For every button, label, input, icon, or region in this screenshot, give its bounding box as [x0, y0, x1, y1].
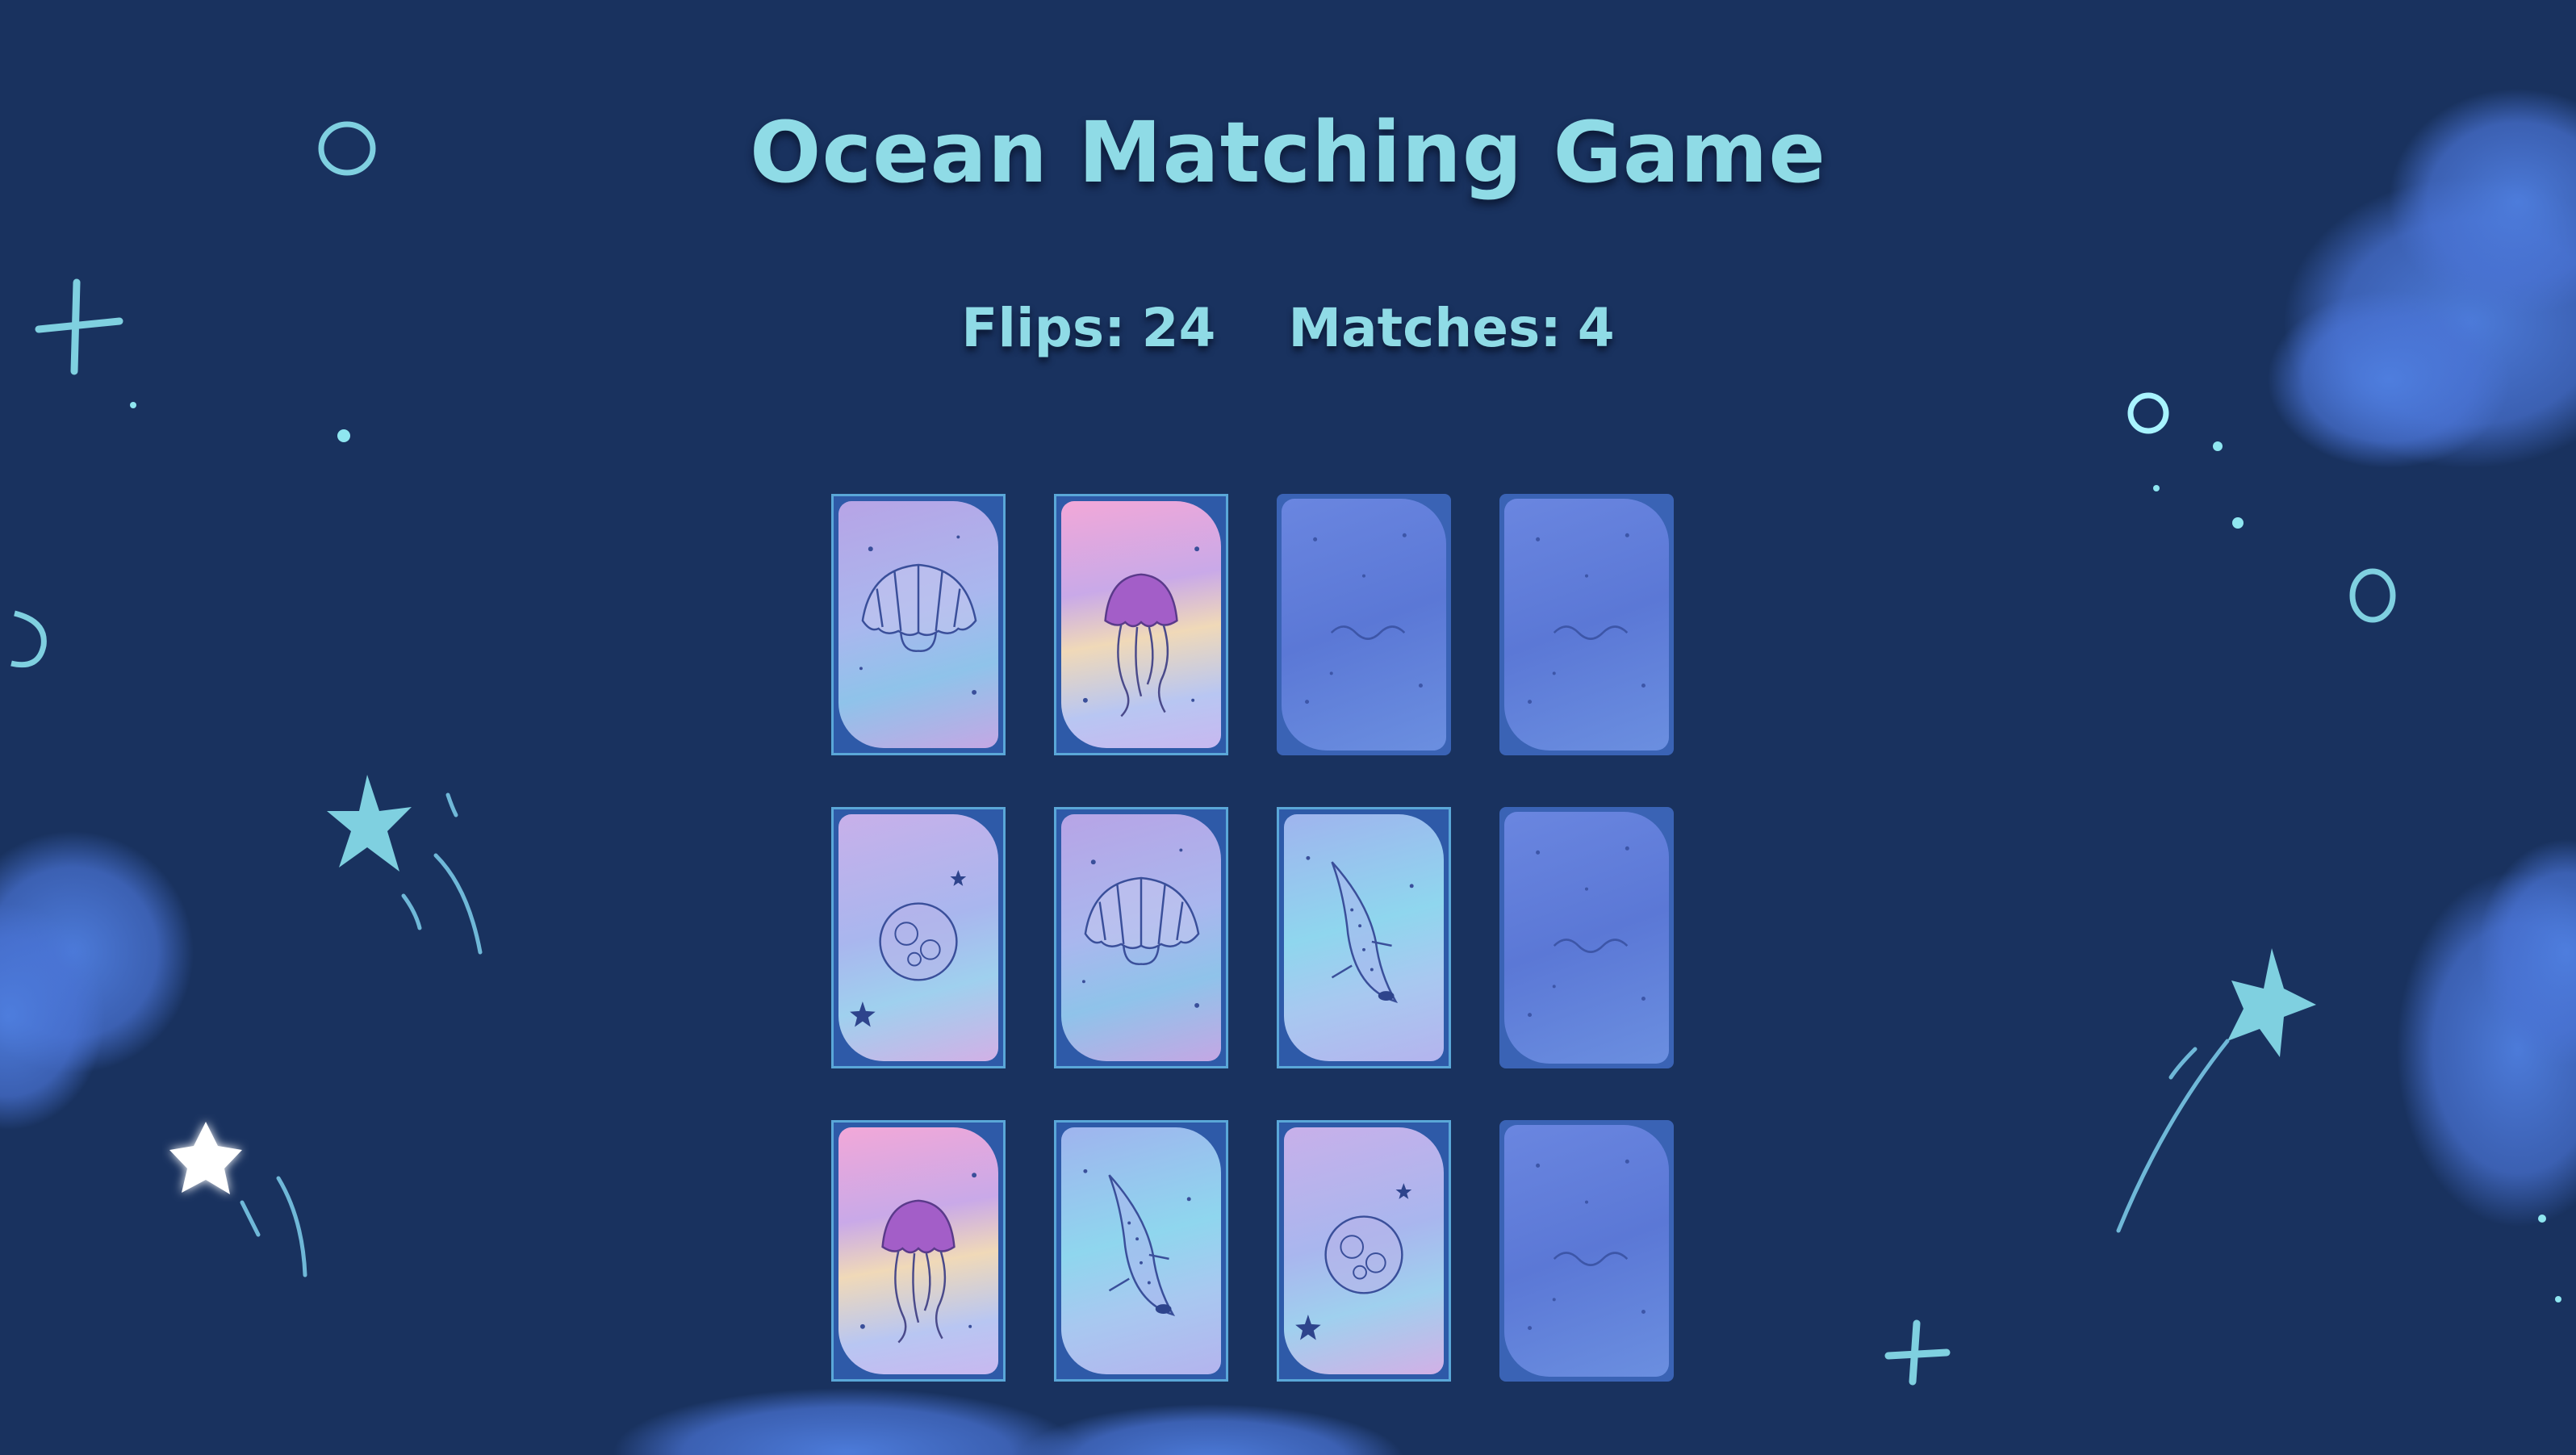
bubble-doodle	[2349, 568, 2396, 623]
flips-label: Flips:	[961, 297, 1126, 359]
seashell-icon	[1061, 814, 1221, 1061]
whale-shark-icon	[1284, 814, 1444, 1061]
game-stage: Ocean Matching Game Flips: 24 Matches: 4	[0, 0, 2576, 1455]
card-back[interactable]	[1277, 494, 1451, 755]
score-bar: Flips: 24 Matches: 4	[0, 297, 2576, 359]
card-whale-shark[interactable]	[1277, 807, 1451, 1068]
card-moon[interactable]	[831, 807, 1006, 1068]
wave-icon	[1504, 1125, 1669, 1377]
card-jellyfish[interactable]	[831, 1120, 1006, 1382]
wave-icon	[1504, 499, 1669, 750]
seashell-icon	[838, 501, 998, 748]
matches-counter: Matches: 4	[1288, 297, 1614, 359]
jellyfish-icon	[1061, 501, 1221, 748]
card-seashell[interactable]	[831, 494, 1006, 755]
star-doodle	[327, 775, 412, 872]
bubble-doodle	[10, 610, 47, 668]
wave-icon	[1504, 812, 1669, 1064]
star-doodle	[2227, 948, 2316, 1057]
moon-icon	[1284, 1127, 1444, 1374]
sparkle-doodle	[1884, 1319, 1951, 1386]
card-jellyfish[interactable]	[1054, 494, 1228, 755]
flips-value: 24	[1141, 297, 1216, 359]
wave-icon	[1282, 499, 1446, 750]
cloud-left	[0, 831, 194, 1130]
card-grid	[831, 494, 1674, 1382]
bubble-doodle	[2127, 392, 2169, 434]
flips-counter: Flips: 24	[961, 297, 1215, 359]
card-moon[interactable]	[1277, 1120, 1451, 1382]
matches-value: 4	[1577, 297, 1615, 359]
whale-shark-icon	[1061, 1127, 1221, 1374]
card-back[interactable]	[1499, 1120, 1674, 1382]
card-back[interactable]	[1499, 494, 1674, 755]
cloud-bottom-right	[2397, 839, 2576, 1227]
matches-label: Matches:	[1288, 297, 1562, 359]
game-title: Ocean Matching Game	[750, 102, 1826, 202]
card-back[interactable]	[1499, 807, 1674, 1068]
jellyfish-icon	[838, 1127, 998, 1374]
star-doodle	[169, 1122, 242, 1194]
card-whale-shark[interactable]	[1054, 1120, 1228, 1382]
moon-icon	[838, 814, 998, 1061]
cloud-bottom	[613, 1388, 1403, 1455]
card-seashell[interactable]	[1054, 807, 1228, 1068]
